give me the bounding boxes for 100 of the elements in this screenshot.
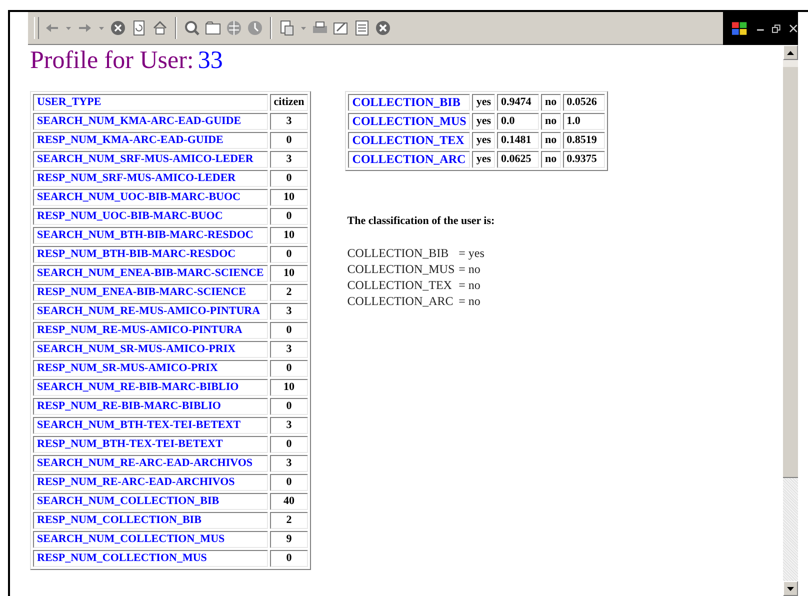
attribute-value: 0 (270, 436, 308, 453)
attribute-value: 3 (270, 417, 308, 434)
attribute-value: 10 (270, 189, 308, 206)
attribute-name: RESP_NUM_BTH-BIB-MARC-RESDOC (33, 246, 268, 263)
collection-name: COLLECTION_BIB (348, 94, 470, 111)
classification-value: = yes (458, 245, 484, 261)
attribute-name: RESP_NUM_RE-MUS-AMICO-PINTURA (33, 322, 268, 339)
no-probability: 1.0 (562, 113, 605, 130)
folder-icon[interactable] (205, 20, 221, 36)
attribute-name: SEARCH_NUM_SRF-MUS-AMICO-LEDER (33, 151, 268, 168)
attribute-name: SEARCH_NUM_ENEA-BIB-MARC-SCIENCE (33, 265, 268, 282)
restore-icon[interactable] (772, 24, 782, 34)
scrollbar[interactable] (783, 45, 798, 596)
classification-value: = no (458, 261, 482, 277)
no-probability: 0.8519 (562, 132, 605, 149)
attribute-value: 2 (270, 284, 308, 301)
attribute-value: 0 (270, 208, 308, 225)
note-icon[interactable] (354, 20, 370, 36)
attribute-name: SEARCH_NUM_BTH-TEX-TEI-BETEXT (33, 417, 268, 434)
attribute-name: SEARCH_NUM_RE-BIB-MARC-BIBLIO (33, 379, 268, 396)
attribute-value: 0 (270, 474, 308, 491)
close-icon[interactable] (375, 20, 391, 36)
scroll-thumb[interactable] (783, 67, 798, 478)
collection-name: COLLECTION_MUS (348, 113, 470, 130)
clock-icon[interactable] (247, 20, 263, 36)
attribute-name: SEARCH_NUM_SR-MUS-AMICO-PRIX (33, 341, 268, 358)
yes-probability: 0.0625 (497, 151, 539, 168)
page-title: Profile for User: 33 (30, 47, 224, 75)
flag-logo (731, 20, 749, 36)
collection-name: COLLECTION_ARC (348, 151, 470, 168)
refresh-icon[interactable] (131, 20, 147, 36)
attribute-name: RESP_NUM_ENEA-BIB-MARC-SCIENCE (33, 284, 268, 301)
attribute-value: 0 (270, 398, 308, 415)
attribute-value: 0 (270, 170, 308, 187)
attribute-name: RESP_NUM_COLLECTION_MUS (33, 550, 268, 567)
down-arrow-icon (787, 586, 794, 590)
scroll-up-button[interactable] (783, 45, 798, 60)
attribute-value: 0 (270, 550, 308, 567)
collection-label: COLLECTION_MUS (347, 261, 455, 277)
attribute-value: 0 (270, 360, 308, 377)
attribute-value: 3 (270, 113, 308, 130)
attribute-name: SEARCH_NUM_BTH-BIB-MARC-RESDOC (33, 227, 268, 244)
attribute-value: 3 (270, 455, 308, 472)
attribute-value: 2 (270, 512, 308, 529)
yes-probability: 0.0 (497, 113, 539, 130)
attribute-name: RESP_NUM_UOC-BIB-MARC-BUOC (33, 208, 268, 225)
attribute-value: 0 (270, 132, 308, 149)
attribute-value: 0 (270, 246, 308, 263)
globe-icon[interactable] (226, 20, 242, 36)
classification-value: = no (458, 277, 482, 293)
attribute-name: RESP_NUM_RE-BIB-MARC-BIBLIO (33, 398, 268, 415)
attribute-name: RESP_NUM_COLLECTION_BIB (33, 512, 268, 529)
attribute-value: 9 (270, 531, 308, 548)
attribute-name: RESP_NUM_SR-MUS-AMICO-PRIX (33, 360, 268, 377)
classification-heading: The classification of the user is: (347, 215, 496, 227)
no-label: no (541, 113, 561, 130)
stop-icon[interactable] (110, 20, 126, 36)
collection-label: COLLECTION_BIB (347, 245, 450, 261)
yes-probability: 0.9474 (497, 94, 539, 111)
yes-label: yes (472, 94, 495, 111)
close-icon[interactable] (789, 24, 798, 34)
attribute-value: 3 (270, 303, 308, 320)
yes-label: yes (472, 132, 495, 149)
printer-icon[interactable] (312, 20, 328, 36)
home-icon[interactable] (152, 20, 168, 36)
attribute-name: SEARCH_NUM_COLLECTION_BIB (33, 493, 268, 510)
search-icon[interactable] (184, 20, 200, 36)
attribute-value: 10 (270, 227, 308, 244)
attribute-value: 3 (270, 151, 308, 168)
attribute-name: SEARCH_NUM_RE-MUS-AMICO-PINTURA (33, 303, 268, 320)
collection-label: COLLECTION_ARC (347, 293, 454, 309)
attribute-name: RESP_NUM_BTH-TEX-TEI-BETEXT (33, 436, 268, 453)
up-arrow-icon (787, 50, 794, 54)
attribute-name: RESP_NUM_RE-ARC-EAD-ARCHIVOS (33, 474, 268, 491)
edit-icon[interactable] (333, 20, 349, 36)
scroll-down-button[interactable] (783, 581, 798, 596)
document-icon[interactable] (279, 20, 295, 36)
attribute-name: SEARCH_NUM_UOC-BIB-MARC-BUOC (33, 189, 268, 206)
no-label: no (541, 151, 561, 168)
yes-probability: 0.1481 (497, 132, 539, 149)
attribute-value: 10 (270, 379, 308, 396)
classification-value: = no (458, 293, 482, 309)
attribute-value: 0 (270, 322, 308, 339)
attribute-name: SEARCH_NUM_RE-ARC-EAD-ARCHIVOS (33, 455, 268, 472)
attribute-value: 10 (270, 265, 308, 282)
no-probability: 0.0526 (562, 94, 605, 111)
attribute-name: SEARCH_NUM_KMA-ARC-EAD-GUIDE (33, 113, 268, 130)
attribute-name: USER_TYPE (33, 94, 268, 111)
attribute-name: RESP_NUM_SRF-MUS-AMICO-LEDER (33, 170, 268, 187)
yes-label: yes (472, 113, 495, 130)
attribute-name: SEARCH_NUM_COLLECTION_MUS (33, 531, 268, 548)
collection-label: COLLECTION_TEX (347, 277, 453, 293)
no-probability: 0.9375 (562, 151, 605, 168)
attribute-value: citizen (270, 94, 308, 111)
attribute-value: 3 (270, 341, 308, 358)
collection-name: COLLECTION_TEX (348, 132, 470, 149)
no-label: no (541, 94, 561, 111)
no-label: no (541, 132, 561, 149)
attribute-name: RESP_NUM_KMA-ARC-EAD-GUIDE (33, 132, 268, 149)
yes-label: yes (472, 151, 495, 168)
